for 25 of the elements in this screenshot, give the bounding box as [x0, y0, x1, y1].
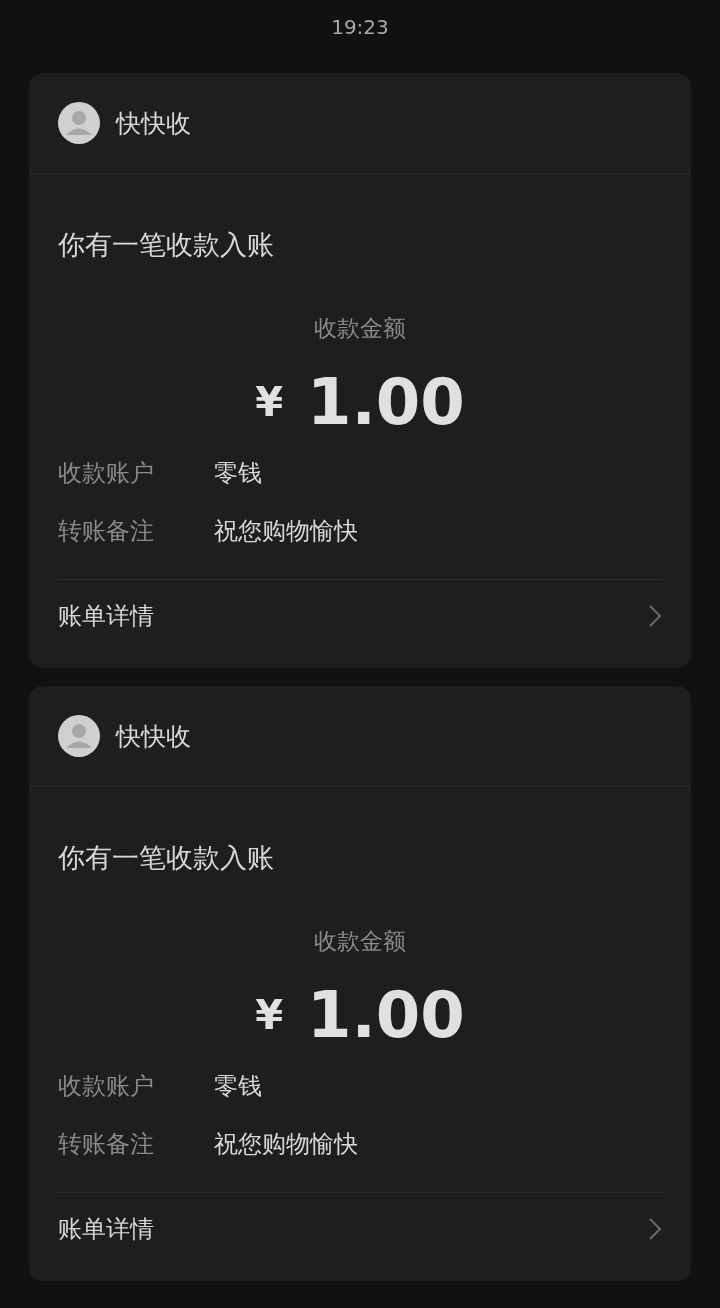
bill-details-link[interactable]: 账单详情 [58, 599, 154, 632]
bill-details-link[interactable]: 账单详情 [58, 1212, 154, 1245]
field-label: 收款账户 [58, 1071, 155, 1102]
chevron-right-icon [648, 603, 662, 628]
amount-value: 1.00 [306, 978, 465, 1052]
field-label: 收款账户 [58, 458, 155, 489]
field-value: 零钱 [214, 1071, 262, 1102]
chevron-right-icon [648, 1216, 662, 1241]
field-label: 转账备注 [58, 1129, 155, 1160]
message-title: 你有一笔收款入账 [58, 228, 275, 262]
sender-name: 快快收 [116, 720, 191, 753]
amount-label: 收款金额 [313, 927, 407, 956]
field-value: 祝您购物愉快 [214, 516, 358, 547]
status-time: 19:23 [331, 14, 389, 41]
amount-label: 收款金额 [313, 314, 407, 343]
message-title: 你有一笔收款入账 [58, 841, 275, 875]
field-value: 祝您购物愉快 [214, 1129, 358, 1160]
sender-name: 快快收 [116, 107, 191, 140]
amount-value: 1.00 [306, 365, 465, 439]
currency-symbol: ¥ [255, 992, 283, 1038]
field-value: 零钱 [214, 458, 262, 489]
currency-symbol: ¥ [255, 379, 283, 425]
field-label: 转账备注 [58, 516, 155, 547]
avatar-icon [58, 102, 100, 144]
avatar-icon [58, 715, 100, 757]
